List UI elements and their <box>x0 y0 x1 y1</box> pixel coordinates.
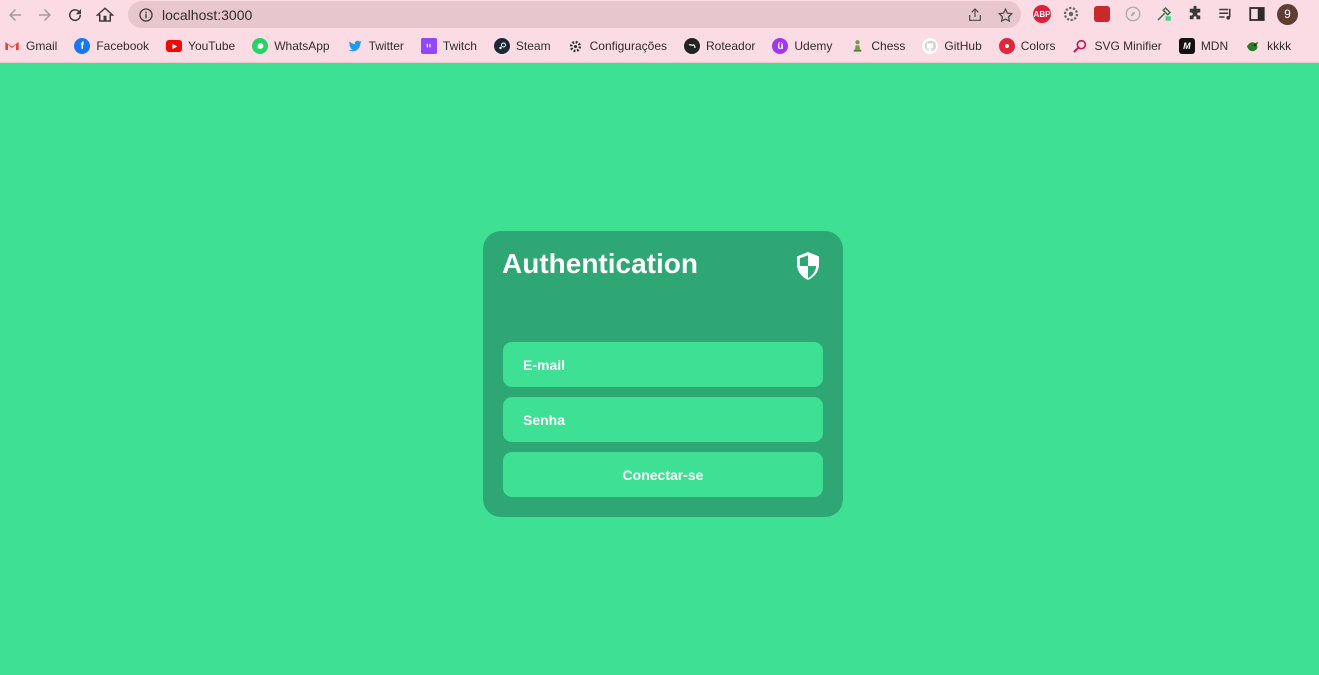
bookmark-twitter[interactable]: Twitter <box>347 33 412 59</box>
colors-icon <box>998 38 1015 54</box>
bookmark-star-icon[interactable] <box>995 5 1015 25</box>
bookmark-udemy[interactable]: ü Udemy <box>772 33 840 59</box>
home-icon <box>96 7 114 22</box>
auth-card: Authentication E-mail Senha Conectar-se <box>483 231 843 517</box>
home-button[interactable] <box>90 1 120 29</box>
bookmark-github[interactable]: GitHub <box>922 33 989 59</box>
magnifier-icon <box>1072 38 1088 54</box>
bookmark-chess[interactable]: Chess <box>849 33 913 59</box>
shield-icon <box>797 252 819 280</box>
bookmark-mdn[interactable]: M MDN <box>1178 33 1236 59</box>
bookmark-configuracoes[interactable]: Configurações <box>568 33 675 59</box>
bookmark-youtube[interactable]: YouTube <box>166 33 243 59</box>
browser-toolbar: localhost:3000 ABP 9 <box>0 0 1319 30</box>
red-extension-icon[interactable] <box>1091 3 1113 25</box>
chess-pawn-icon <box>849 38 865 54</box>
bookmark-twitch[interactable]: Twitch <box>420 33 485 59</box>
back-button[interactable] <box>0 1 30 29</box>
puzzle-icon[interactable] <box>1184 3 1206 25</box>
bookmark-colors[interactable]: Colors <box>998 33 1064 59</box>
dragon-icon <box>1245 38 1261 54</box>
arrow-left-icon <box>9 9 21 21</box>
color-picker-icon[interactable] <box>1153 3 1175 25</box>
github-icon <box>922 38 939 54</box>
udemy-icon: ü <box>772 38 789 54</box>
extensions-area: ABP 9 <box>1033 3 1298 25</box>
forward-button[interactable] <box>30 1 60 29</box>
auth-title: Authentication <box>502 248 698 279</box>
adblock-icon[interactable]: ABP <box>1033 5 1051 23</box>
bookmark-whatsapp[interactable]: WhatsApp <box>252 33 337 59</box>
mdn-icon: M <box>1178 38 1195 54</box>
bookmark-facebook[interactable]: f Facebook <box>74 33 157 59</box>
info-icon[interactable] <box>138 7 154 23</box>
bookmark-gmail[interactable]: Gmail <box>4 33 65 59</box>
facebook-icon: f <box>74 38 91 54</box>
bookmark-roteador[interactable]: Roteador <box>684 33 763 59</box>
youtube-icon <box>166 40 183 52</box>
url-text[interactable]: localhost:3000 <box>162 7 252 23</box>
password-field[interactable]: Senha <box>503 397 823 442</box>
address-bar[interactable]: localhost:3000 <box>128 1 1021 28</box>
gear-extension-icon[interactable] <box>1060 3 1082 25</box>
side-panel-icon[interactable] <box>1246 3 1268 25</box>
whatsapp-icon <box>252 38 269 54</box>
bookmarks-bar: Gmail f Facebook YouTube WhatsApp Twitte… <box>0 30 1319 63</box>
globe-icon <box>684 38 700 54</box>
arrow-right-icon <box>39 9 51 21</box>
compass-icon[interactable] <box>1122 3 1144 25</box>
gear-icon <box>568 38 584 54</box>
bookmark-kkkk[interactable]: kkkk <box>1245 33 1299 59</box>
share-icon[interactable] <box>965 5 985 25</box>
profile-avatar[interactable]: 9 <box>1277 3 1298 25</box>
gmail-icon <box>4 38 20 54</box>
bookmark-steam[interactable]: Steam <box>493 33 559 59</box>
reload-icon <box>69 9 82 22</box>
email-field[interactable]: E-mail <box>503 342 823 387</box>
twitter-icon <box>347 38 363 54</box>
steam-icon <box>493 38 510 54</box>
connect-button[interactable]: Conectar-se <box>503 452 823 497</box>
bookmark-svg-minifier[interactable]: SVG Minifier <box>1072 33 1169 59</box>
twitch-icon <box>420 38 437 54</box>
reload-button[interactable] <box>60 1 90 29</box>
media-control-icon[interactable] <box>1215 3 1237 25</box>
